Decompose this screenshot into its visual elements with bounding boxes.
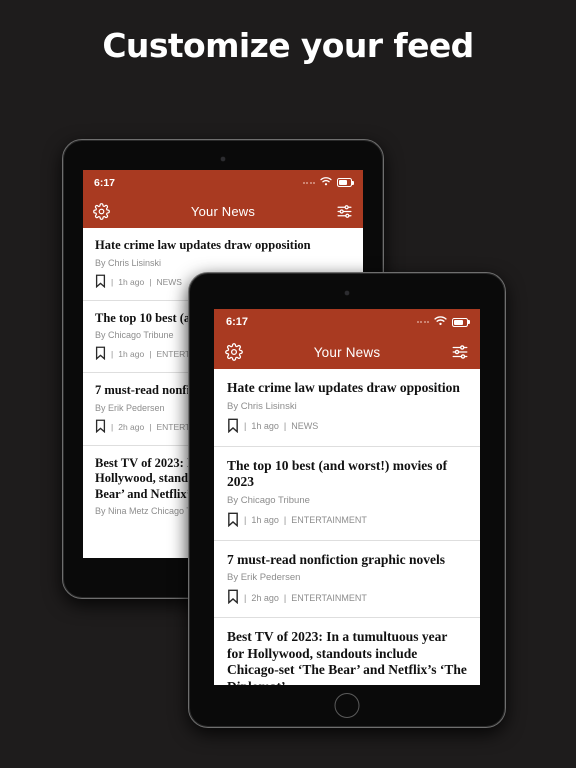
meta-divider-1: | <box>111 349 114 359</box>
article-feed[interactable]: Hate crime law updates draw opposition B… <box>214 369 480 685</box>
article-headline: 7 must-read nonfiction graphic novels <box>227 551 446 567</box>
status-icons <box>416 315 468 329</box>
status-icons <box>302 176 352 189</box>
article-time: 2h ago <box>118 421 145 432</box>
tablet-device-front: 6:17 Your News Hate crime law updates dr… <box>188 272 506 728</box>
article-byline: By Chicago Tribune <box>227 494 310 506</box>
article-headline: The top 10 best (and worst!) movies of 2… <box>227 457 448 490</box>
meta-divider-1: | <box>244 421 247 431</box>
article-byline: By Erik Pedersen <box>227 572 301 583</box>
bookmark-icon[interactable] <box>95 274 106 290</box>
wifi-icon <box>320 176 332 189</box>
battery-icon <box>337 178 352 187</box>
gear-icon[interactable] <box>93 203 110 220</box>
front-camera-icon <box>221 157 225 161</box>
status-bar: 6:17 <box>83 170 363 195</box>
sliders-icon[interactable] <box>336 203 353 220</box>
status-bar: 6:17 <box>214 309 480 335</box>
meta-divider-1: | <box>111 421 114 432</box>
article-byline: By Chris Lisinski <box>227 400 297 412</box>
list-item[interactable]: Best TV of 2023: In a tumultuous year fo… <box>214 618 480 685</box>
article-time: 1h ago <box>251 515 279 525</box>
device-screen: 6:17 Your News Hate crime law updates dr… <box>214 309 480 685</box>
article-time: 1h ago <box>118 276 145 287</box>
article-headline: Best TV of 2023: In a tumultuous year fo… <box>227 629 467 685</box>
device-bezel: 6:17 Your News Hate crime law updates dr… <box>188 272 506 728</box>
nav-bar: Your News <box>83 195 363 228</box>
article-category: ENTERTAINMENT <box>291 592 367 603</box>
list-item[interactable]: 7 must-read nonfiction graphic novels By… <box>214 541 480 618</box>
article-meta: | 2h ago | ENTERTAINMENT <box>227 589 467 606</box>
bookmark-icon[interactable] <box>227 418 239 435</box>
article-byline: By Chris Lisinski <box>95 257 162 268</box>
gear-icon[interactable] <box>225 343 243 361</box>
front-camera-icon <box>345 291 349 295</box>
bookmark-icon[interactable] <box>95 419 106 435</box>
status-time: 6:17 <box>94 176 116 189</box>
article-time: 1h ago <box>251 421 279 431</box>
bookmark-icon[interactable] <box>227 512 239 529</box>
meta-divider-2: | <box>283 515 287 525</box>
article-meta: | 1h ago | ENTERTAINMENT <box>227 512 467 529</box>
status-time: 6:17 <box>226 316 249 328</box>
meta-divider-1: | <box>111 276 114 287</box>
meta-divider-1: | <box>244 515 247 525</box>
article-category: NEWS <box>156 276 182 287</box>
meta-divider-2: | <box>283 421 287 431</box>
article-time: 1h ago <box>118 349 145 359</box>
signal-dots-icon <box>416 321 429 323</box>
meta-divider-2: | <box>149 421 152 432</box>
article-headline: Hate crime law updates draw opposition <box>95 238 311 252</box>
bookmark-icon[interactable] <box>227 589 239 606</box>
article-category: NEWS <box>291 421 319 431</box>
nav-title: Your News <box>313 344 381 360</box>
article-headline: Hate crime law updates draw opposition <box>227 380 460 395</box>
list-item[interactable]: Hate crime law updates draw opposition B… <box>214 369 480 447</box>
nav-title: Your News <box>190 204 256 219</box>
meta-divider-2: | <box>149 276 152 287</box>
article-time: 2h ago <box>251 592 279 603</box>
battery-icon <box>452 317 468 327</box>
wifi-icon <box>434 315 447 329</box>
home-button[interactable] <box>334 693 360 718</box>
meta-divider-2: | <box>149 349 152 359</box>
meta-divider-1: | <box>244 592 247 603</box>
nav-bar: Your News <box>214 335 480 369</box>
page-title: Customize your feed <box>102 26 474 65</box>
article-meta: | 1h ago | NEWS <box>227 418 467 435</box>
sliders-icon[interactable] <box>451 343 469 361</box>
list-item[interactable]: The top 10 best (and worst!) movies of 2… <box>214 447 480 541</box>
signal-dots-icon <box>302 181 315 184</box>
article-category: ENTERTAINMENT <box>291 515 367 525</box>
meta-divider-2: | <box>283 592 287 603</box>
bookmark-icon[interactable] <box>95 346 106 362</box>
